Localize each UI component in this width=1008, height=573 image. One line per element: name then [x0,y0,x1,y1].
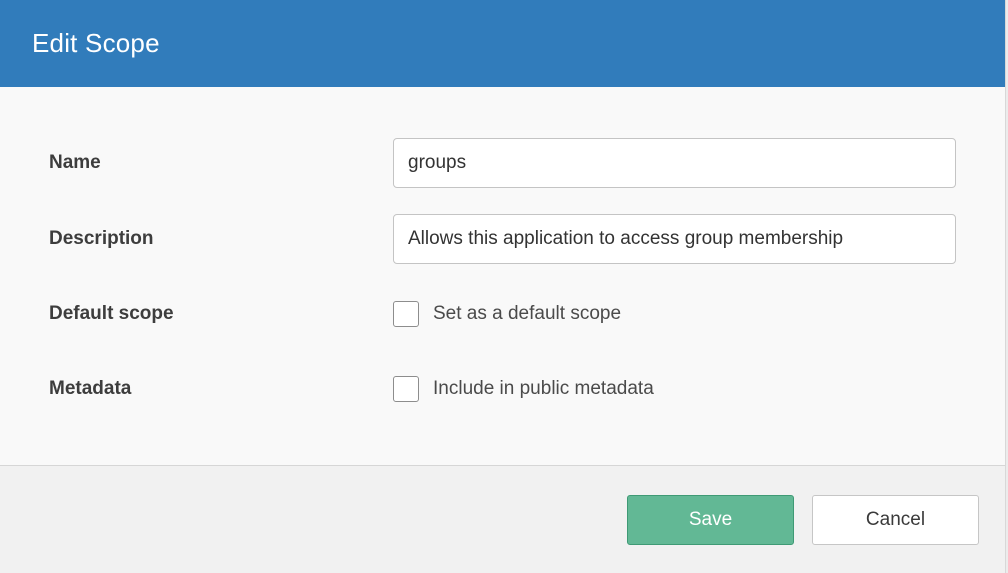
metadata-label: Metadata [49,378,132,399]
edit-scope-dialog: Edit Scope Name Description Default scop… [0,0,1006,573]
default-scope-row: Default scope Set as a default scope [0,289,1005,339]
metadata-checkbox-label[interactable]: Include in public metadata [433,378,654,400]
dialog-footer: Save Cancel [0,465,1005,573]
default-scope-label: Default scope [49,303,174,324]
description-row: Description [0,214,1005,264]
default-scope-checkbox[interactable] [393,301,419,327]
save-button[interactable]: Save [627,495,794,545]
name-row: Name [0,138,1005,188]
metadata-row: Metadata Include in public metadata [0,364,1005,414]
name-input[interactable] [393,138,956,188]
default-scope-checkbox-label[interactable]: Set as a default scope [433,303,621,325]
metadata-checkbox[interactable] [393,376,419,402]
cancel-button[interactable]: Cancel [812,495,979,545]
dialog-title: Edit Scope [32,28,160,58]
dialog-body: Name Description Default scope Set as a … [0,87,1005,465]
description-input[interactable] [393,214,956,264]
metadata-checkbox-control[interactable]: Include in public metadata [393,376,654,402]
name-label: Name [49,152,101,173]
dialog-header: Edit Scope [0,0,1005,87]
default-scope-checkbox-control[interactable]: Set as a default scope [393,301,621,327]
description-label: Description [49,228,154,249]
